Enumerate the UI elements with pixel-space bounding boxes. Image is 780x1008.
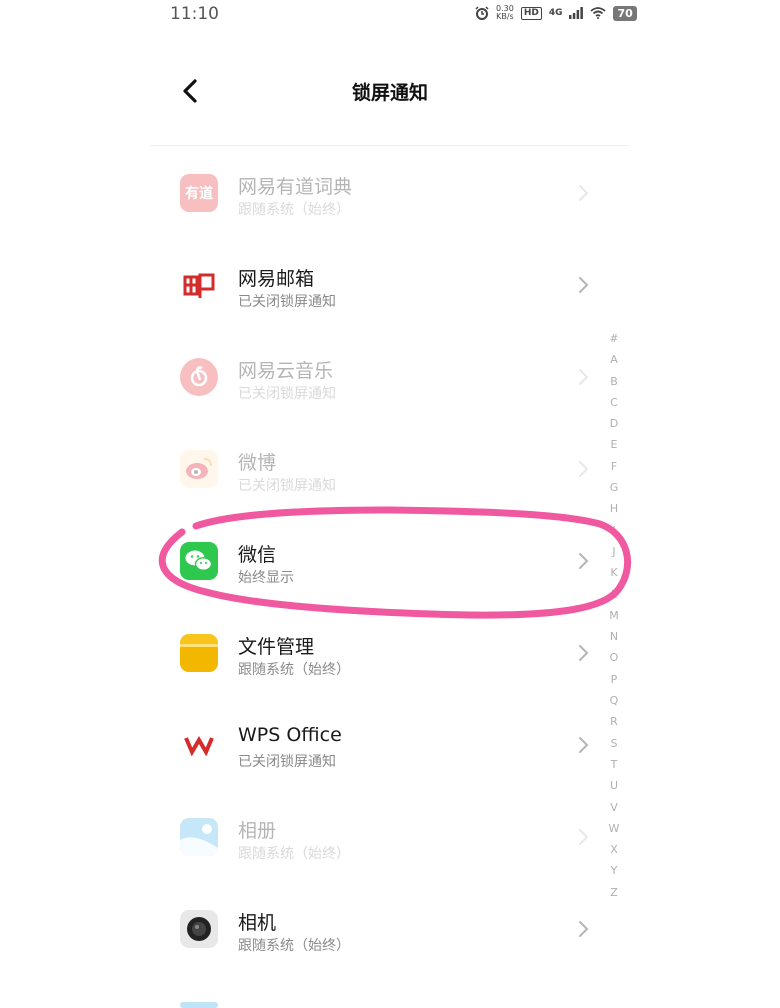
app-status: 跟随系统（始终） xyxy=(238,662,350,678)
app-row-youdao[interactable]: 有道 网易有道词典 跟随系统（始终） xyxy=(150,146,610,238)
chevron-right-icon xyxy=(579,461,589,477)
status-bar: 11:10 0.30 KB/s HD 4G 70 xyxy=(0,0,780,30)
file-manager-icon xyxy=(180,634,218,672)
alphabet-index-letter[interactable]: Z xyxy=(606,882,622,903)
signal-icon xyxy=(569,7,584,19)
alphabet-index-letter[interactable]: N xyxy=(606,626,622,647)
alphabet-index-letter[interactable]: G xyxy=(606,477,622,498)
alphabet-index-letter[interactable]: T xyxy=(606,754,622,775)
page-title: 锁屏通知 xyxy=(351,82,428,104)
alphabet-index-letter[interactable]: U xyxy=(606,775,622,796)
chevron-right-icon xyxy=(579,829,589,845)
app-status: 始终显示 xyxy=(238,570,294,586)
network-type: 4G xyxy=(548,8,563,18)
battery-indicator: 70 xyxy=(613,5,637,21)
alphabet-index-letter[interactable]: F xyxy=(606,456,622,477)
app-name: 微信 xyxy=(238,544,277,566)
app-row-file-manager[interactable]: 文件管理 跟随系统（始终） xyxy=(150,606,610,698)
app-name: 微博 xyxy=(238,452,277,474)
status-icons: 0.30 KB/s HD 4G 70 xyxy=(475,5,637,21)
app-row-wps-office[interactable]: WPS Office 已关闭锁屏通知 xyxy=(150,698,610,790)
camera-icon xyxy=(180,910,218,948)
alphabet-index-letter[interactable]: V xyxy=(606,797,622,818)
alphabet-index-letter[interactable]: A xyxy=(606,349,622,370)
alphabet-index-letter[interactable]: R xyxy=(606,711,622,732)
gallery-icon xyxy=(180,818,218,856)
alphabet-index-letter[interactable]: S xyxy=(606,733,622,754)
alphabet-index-letter[interactable]: W xyxy=(606,818,622,839)
chevron-right-icon xyxy=(579,185,589,201)
app-row-weibo[interactable]: 微博 已关闭锁屏通知 xyxy=(150,422,610,514)
net-speed-unit: KB/s xyxy=(496,12,514,21)
wechat-icon xyxy=(180,542,218,580)
wifi-icon xyxy=(590,7,607,19)
app-status: 已关闭锁屏通知 xyxy=(238,294,336,310)
alphabet-index-letter[interactable]: J xyxy=(606,541,622,562)
youdao-dict-icon: 有道 xyxy=(180,174,218,212)
alphabet-index-letter[interactable]: X xyxy=(606,839,622,860)
hd-badge: HD xyxy=(520,6,542,20)
status-time: 11:10 xyxy=(170,4,219,24)
app-row-netease-music[interactable]: 网易云音乐 已关闭锁屏通知 xyxy=(150,330,610,422)
alphabet-index-letter[interactable]: H xyxy=(606,498,622,519)
alphabet-index-letter[interactable]: P xyxy=(606,669,622,690)
wps-office-icon xyxy=(180,726,218,764)
chevron-right-icon xyxy=(579,553,589,569)
app-name: 网易邮箱 xyxy=(238,268,315,290)
alphabet-index[interactable]: # A B C D E F G H I J K L M N O P Q R S T U V W X Y Z xyxy=(606,328,622,903)
netease-music-icon xyxy=(180,358,218,396)
app-status: 跟随系统（始终） xyxy=(238,938,350,954)
weibo-icon xyxy=(180,450,218,488)
alphabet-index-letter[interactable]: I xyxy=(606,520,622,541)
chevron-right-icon xyxy=(579,645,589,661)
netease-mail-icon xyxy=(180,266,218,304)
alphabet-index-letter[interactable]: L xyxy=(606,584,622,605)
app-name: 相册 xyxy=(238,820,277,842)
alphabet-index-letter[interactable]: E xyxy=(606,434,622,455)
alphabet-index-letter[interactable]: D xyxy=(606,413,622,434)
app-status: 已关闭锁屏通知 xyxy=(238,754,336,770)
app-status: 跟随系统（始终） xyxy=(238,202,350,218)
app-status: 已关闭锁屏通知 xyxy=(238,386,336,402)
app-status: 已关闭锁屏通知 xyxy=(238,478,336,494)
next-app-icon-partial xyxy=(180,1002,218,1008)
app-row-gallery[interactable]: 相册 跟随系统（始终） xyxy=(150,790,610,882)
alphabet-index-letter[interactable]: # xyxy=(606,328,622,349)
chevron-right-icon xyxy=(579,921,589,937)
app-name: 文件管理 xyxy=(238,636,315,658)
alphabet-index-letter[interactable]: O xyxy=(606,647,622,668)
app-name: 相机 xyxy=(238,912,277,934)
chevron-right-icon xyxy=(579,737,589,753)
alphabet-index-letter[interactable]: C xyxy=(606,392,622,413)
app-row-camera[interactable]: 相机 跟随系统（始终） xyxy=(150,882,610,974)
app-name: 网易有道词典 xyxy=(238,176,353,198)
app-row-netease-mail[interactable]: 网易邮箱 已关闭锁屏通知 xyxy=(150,238,610,330)
app-name: WPS Office xyxy=(238,724,342,746)
alphabet-index-letter[interactable]: Q xyxy=(606,690,622,711)
app-row-wechat[interactable]: 微信 始终显示 xyxy=(150,514,610,606)
chevron-right-icon xyxy=(579,277,589,293)
alarm-icon xyxy=(475,6,489,20)
header: 锁屏通知 xyxy=(150,60,630,124)
net-speed: 0.30 KB/s xyxy=(496,5,514,21)
app-name: 网易云音乐 xyxy=(238,360,334,382)
alphabet-index-letter[interactable]: B xyxy=(606,371,622,392)
app-status: 跟随系统（始终） xyxy=(238,846,350,862)
alphabet-index-letter[interactable]: Y xyxy=(606,860,622,881)
youdao-icon-text: 有道 xyxy=(185,186,213,202)
alphabet-index-letter[interactable]: M xyxy=(606,605,622,626)
alphabet-index-letter[interactable]: K xyxy=(606,562,622,583)
chevron-right-icon xyxy=(579,369,589,385)
